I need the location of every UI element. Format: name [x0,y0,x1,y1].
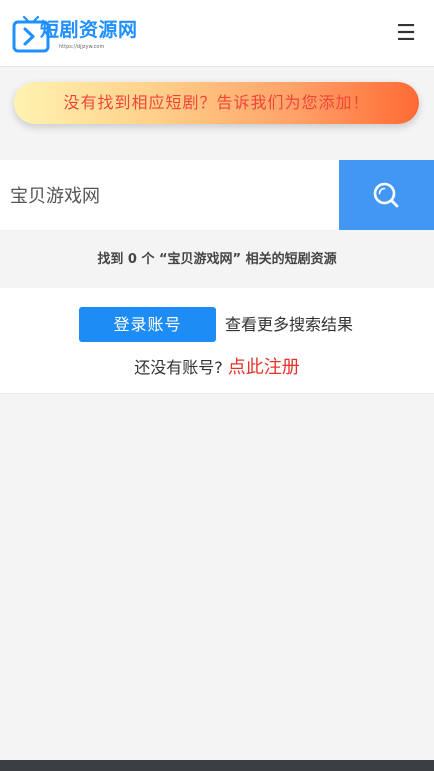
no-account-text: 还没有账号? [134,358,223,377]
register-link[interactable]: 点此注册 [228,357,300,378]
register-row: 还没有账号? 点此注册 [0,353,434,379]
request-drama-banner[interactable]: 没有找到相应短剧？告诉我们为您添加！ [14,82,419,124]
login-button[interactable]: 登录账号 [79,307,216,342]
search-input[interactable] [0,160,339,230]
search-result-summary: 找到 0 个 “宝贝游戏网” 相关的短剧资源 [97,252,337,267]
site-logo[interactable]: 短剧资源网 https://djjzyw.com [12,14,137,54]
logo-text: 短剧资源网 [40,19,138,41]
site-header: 短剧资源网 https://djjzyw.com ☰ [0,0,434,67]
more-results-text: 查看更多搜索结果 [225,315,354,334]
login-prompt-panel: 登录账号 查看更多搜索结果 还没有账号? 点此注册 [0,288,434,394]
search-button[interactable] [339,160,434,230]
search-icon [373,182,399,208]
hamburger-menu-icon[interactable]: ☰ [396,22,416,46]
search-bar [0,160,434,230]
footer-bar [0,760,434,771]
logo-subtext: https://djjzyw.com [59,44,105,50]
